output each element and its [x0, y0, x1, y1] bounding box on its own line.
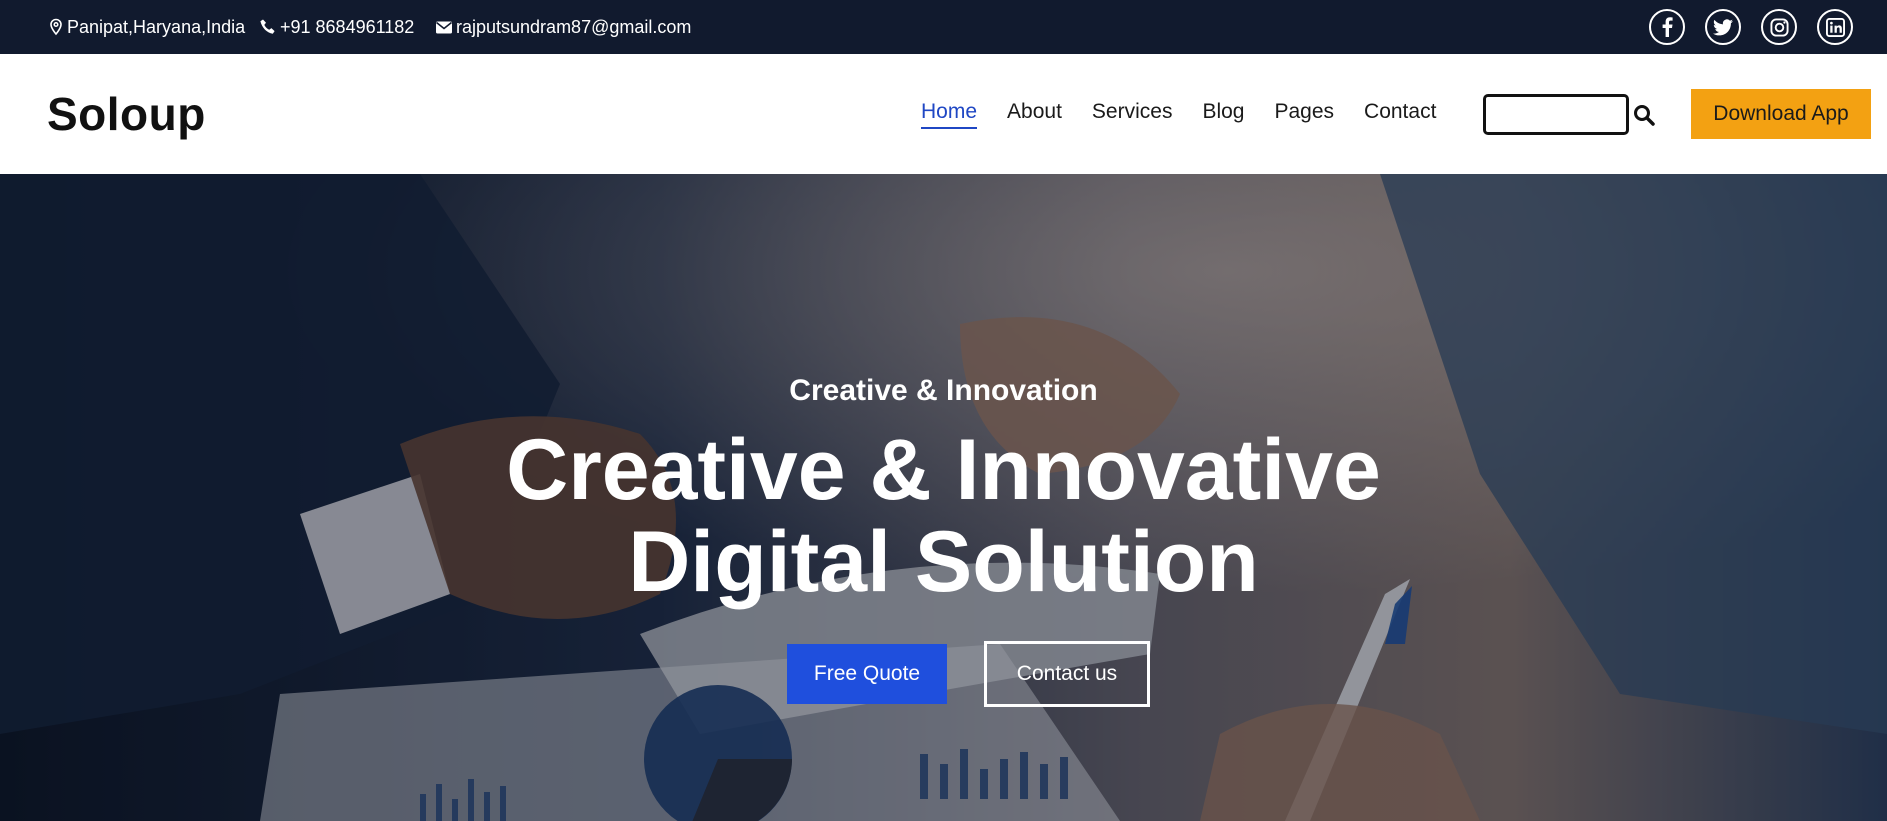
linkedin-icon: [1825, 17, 1845, 37]
phone-text: +91 8684961182: [280, 16, 415, 37]
twitter-link[interactable]: [1705, 9, 1741, 45]
hero-subtitle: Creative & Innovation: [789, 374, 1098, 407]
instagram-link[interactable]: [1761, 9, 1797, 45]
search-button[interactable]: [1633, 104, 1655, 131]
hero-title: Creative & Innovative Digital Solution: [0, 424, 1887, 608]
mail-icon: [436, 21, 452, 33]
location-info: Panipat,Haryana,India: [48, 0, 245, 54]
hero-section: Creative & Innovation Creative & Innovat…: [0, 174, 1887, 821]
search-icon: [1634, 105, 1655, 126]
hero-title-line-2: Digital Solution: [628, 514, 1259, 610]
hero-title-line-1: Creative & Innovative: [506, 422, 1381, 518]
search-input[interactable]: [1483, 94, 1629, 135]
contact-us-button[interactable]: Contact us: [984, 641, 1150, 707]
main-nav: Home About Services Blog Pages Contact: [921, 100, 1466, 129]
download-app-button[interactable]: Download App: [1691, 89, 1871, 139]
email-info[interactable]: rajputsundram87@gmail.com: [435, 0, 691, 54]
nav-blog[interactable]: Blog: [1202, 100, 1244, 129]
nav-services[interactable]: Services: [1092, 100, 1173, 129]
facebook-link[interactable]: [1649, 9, 1685, 45]
nav-pages[interactable]: Pages: [1274, 100, 1334, 129]
twitter-icon: [1713, 18, 1733, 35]
phone-info[interactable]: +91 8684961182: [259, 0, 414, 54]
phone-icon: [260, 19, 275, 34]
linkedin-link[interactable]: [1817, 9, 1853, 45]
main-navbar: Soloup Home About Services Blog Pages Co…: [0, 54, 1887, 174]
social-links: [1649, 9, 1853, 45]
nav-about[interactable]: About: [1007, 100, 1062, 129]
nav-contact[interactable]: Contact: [1364, 100, 1436, 129]
location-pin-icon: [50, 18, 62, 36]
free-quote-button[interactable]: Free Quote: [787, 644, 947, 704]
email-text: rajputsundram87@gmail.com: [456, 16, 692, 37]
nav-home[interactable]: Home: [921, 100, 978, 129]
facebook-icon: [1662, 17, 1673, 37]
top-bar: Panipat,Haryana,India +91 8684961182 raj…: [0, 0, 1887, 54]
instagram-icon: [1769, 17, 1789, 37]
site-logo[interactable]: Soloup: [47, 87, 206, 141]
location-text: Panipat,Haryana,India: [67, 16, 246, 37]
